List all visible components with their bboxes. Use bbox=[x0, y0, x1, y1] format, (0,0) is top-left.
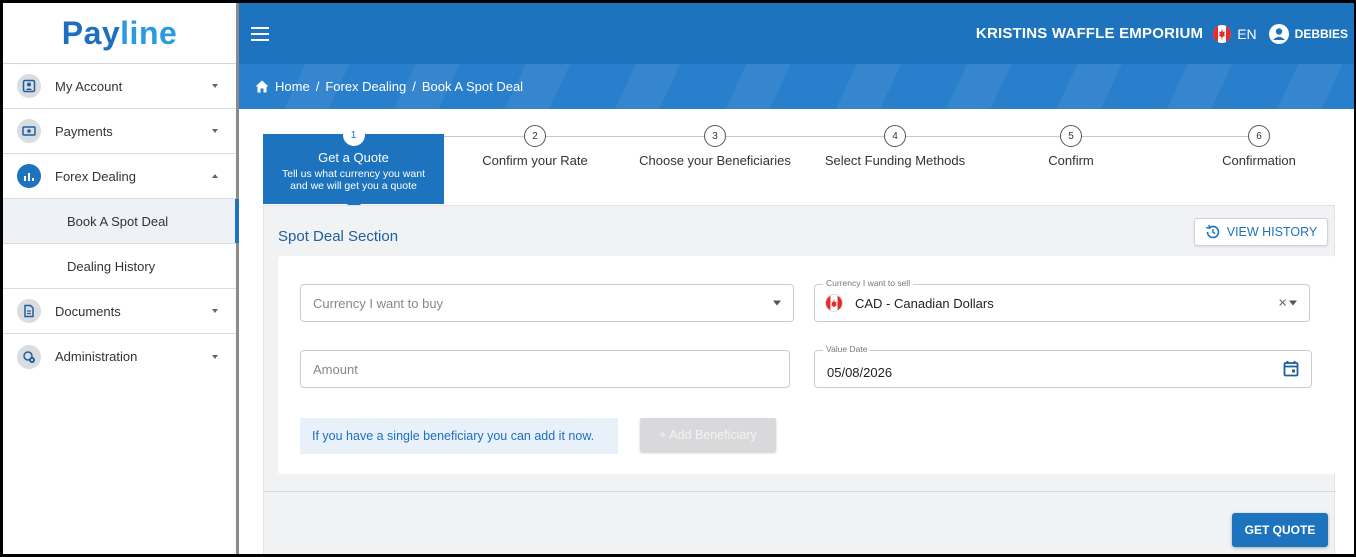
step-label: Confirm bbox=[1048, 153, 1094, 168]
view-history-button[interactable]: VIEW HISTORY bbox=[1194, 218, 1328, 246]
sidebar-item-documents[interactable]: Documents bbox=[3, 289, 236, 334]
divider bbox=[264, 491, 1336, 492]
history-icon bbox=[1205, 224, 1220, 239]
spot-deal-card: Spot Deal Section VIEW HISTORY Currency … bbox=[263, 205, 1336, 554]
step-confirm-your-rate[interactable]: 2 Confirm your Rate bbox=[445, 117, 625, 168]
step-number: 4 bbox=[884, 125, 906, 147]
logo-line: line bbox=[120, 14, 178, 51]
currency-buy-placeholder: Currency I want to buy bbox=[313, 295, 444, 311]
account-icon bbox=[17, 74, 41, 98]
step-label: Confirm your Rate bbox=[482, 153, 588, 168]
beneficiary-info: If you have a single beneficiary you can… bbox=[300, 418, 618, 454]
breadcrumb-forex-dealing[interactable]: Forex Dealing bbox=[325, 79, 406, 94]
canada-flag-icon[interactable] bbox=[1213, 24, 1232, 43]
user-avatar-icon[interactable] bbox=[1268, 23, 1289, 44]
breadcrumb-separator: / bbox=[412, 79, 416, 94]
breadcrumb-current: Book A Spot Deal bbox=[421, 79, 524, 94]
step-select-funding-methods[interactable]: 4 Select Funding Methods bbox=[805, 117, 985, 168]
sidebar-item-label: My Account bbox=[55, 78, 123, 94]
app-frame: Pay line My Account Payments Forex Dealin… bbox=[0, 0, 1356, 557]
chart-icon bbox=[17, 164, 41, 188]
logo-pay: Pay bbox=[61, 14, 121, 51]
company-name: KRISTINS WAFFLE EMPORIUM bbox=[975, 25, 1204, 42]
hamburger-menu-icon[interactable] bbox=[251, 26, 269, 41]
value-date-legend: Value Date bbox=[823, 344, 871, 354]
step-label: Get a Quote bbox=[318, 150, 389, 165]
chevron-down-icon bbox=[212, 84, 218, 88]
user-name[interactable]: DEBBIES bbox=[1295, 27, 1348, 41]
payments-icon bbox=[17, 119, 41, 143]
get-quote-button[interactable]: GET QUOTE bbox=[1232, 513, 1328, 547]
sidebar-item-administration[interactable]: Administration bbox=[3, 334, 236, 379]
currency-sell-legend: Currency I want to sell bbox=[823, 278, 914, 288]
top-bar: KRISTINS WAFFLE EMPORIUM EN DEBBIES bbox=[239, 3, 1354, 64]
document-icon bbox=[17, 299, 41, 323]
sidebar-item-label: Payments bbox=[55, 123, 113, 139]
chevron-down-icon[interactable] bbox=[773, 300, 781, 306]
sidebar-item-my-account[interactable]: My Account bbox=[3, 64, 236, 109]
admin-icon bbox=[17, 344, 41, 369]
payline-logo[interactable]: Pay line bbox=[3, 3, 236, 64]
sidebar: Pay line My Account Payments Forex Dealin… bbox=[3, 3, 239, 554]
value-date-value: 05/08/2026 bbox=[827, 364, 893, 380]
sidebar-item-forex-dealing[interactable]: Forex Dealing bbox=[3, 154, 236, 199]
sidebar-item-label: Administration bbox=[55, 349, 138, 364]
step-label: Select Funding Methods bbox=[824, 153, 966, 168]
step-get-a-quote[interactable]: 1 Get a Quote Tell us what currency you … bbox=[263, 124, 444, 204]
clear-icon[interactable]: × bbox=[1278, 295, 1287, 312]
step-label: Choose your Beneficiaries bbox=[639, 153, 791, 168]
canada-flag-icon bbox=[825, 294, 843, 312]
chevron-down-icon bbox=[212, 129, 218, 133]
step-number: 2 bbox=[524, 125, 546, 147]
step-confirmation[interactable]: 6 Confirmation bbox=[1169, 117, 1349, 168]
home-icon[interactable] bbox=[255, 80, 269, 93]
amount-input[interactable]: Amount bbox=[300, 350, 790, 388]
add-beneficiary-button[interactable]: + Add Beneficiary bbox=[640, 418, 776, 452]
chevron-down-icon bbox=[212, 309, 218, 313]
step-confirm[interactable]: 5 Confirm bbox=[981, 117, 1161, 168]
chevron-down-icon[interactable] bbox=[1289, 300, 1297, 306]
sidebar-subitem-label: Dealing History bbox=[67, 258, 156, 274]
currency-sell-select[interactable]: Currency I want to sell CAD - Canadian D… bbox=[814, 278, 1310, 322]
spot-deal-form: Currency I want to buy Currency I want t… bbox=[278, 256, 1336, 474]
sidebar-item-label: Forex Dealing bbox=[55, 168, 136, 184]
breadcrumb-separator: / bbox=[315, 79, 320, 94]
value-date-input[interactable]: Value Date 05/08/2026 bbox=[814, 344, 1312, 388]
chevron-up-icon bbox=[212, 174, 218, 178]
sidebar-subitem-dealing-history[interactable]: Dealing History bbox=[3, 244, 236, 289]
stepper: 1 Get a Quote Tell us what currency you … bbox=[263, 117, 1339, 213]
chevron-down-icon bbox=[212, 354, 218, 359]
sidebar-item-payments[interactable]: Payments bbox=[3, 109, 236, 154]
breadcrumb: Home / Forex Dealing / Book A Spot Deal bbox=[239, 64, 1354, 109]
sidebar-subitem-book-spot-deal[interactable]: Book A Spot Deal bbox=[3, 199, 239, 244]
sidebar-item-label: Documents bbox=[55, 303, 121, 319]
step-description: Tell us what currency you want bbox=[282, 168, 425, 180]
currency-buy-select[interactable]: Currency I want to buy bbox=[300, 284, 794, 322]
step-number: 3 bbox=[704, 125, 726, 147]
currency-sell-value: CAD - Canadian Dollars bbox=[855, 295, 994, 311]
view-history-label: VIEW HISTORY bbox=[1226, 225, 1318, 239]
sidebar-subitem-label: Book A Spot Deal bbox=[67, 213, 169, 229]
step-number: 6 bbox=[1248, 125, 1270, 147]
step-choose-beneficiaries[interactable]: 3 Choose your Beneficiaries bbox=[625, 117, 805, 168]
step-label: Confirmation bbox=[1222, 153, 1296, 168]
main-content: 1 Get a Quote Tell us what currency you … bbox=[239, 109, 1354, 554]
language-selector[interactable]: EN bbox=[1237, 26, 1256, 42]
step-number: 1 bbox=[342, 124, 365, 146]
step-number: 5 bbox=[1060, 125, 1082, 147]
amount-placeholder: Amount bbox=[313, 361, 358, 377]
section-title: Spot Deal Section bbox=[278, 228, 399, 245]
calendar-icon[interactable] bbox=[1283, 360, 1299, 377]
step-description: and we will get you a quote bbox=[290, 180, 417, 192]
breadcrumb-home[interactable]: Home bbox=[275, 79, 310, 94]
